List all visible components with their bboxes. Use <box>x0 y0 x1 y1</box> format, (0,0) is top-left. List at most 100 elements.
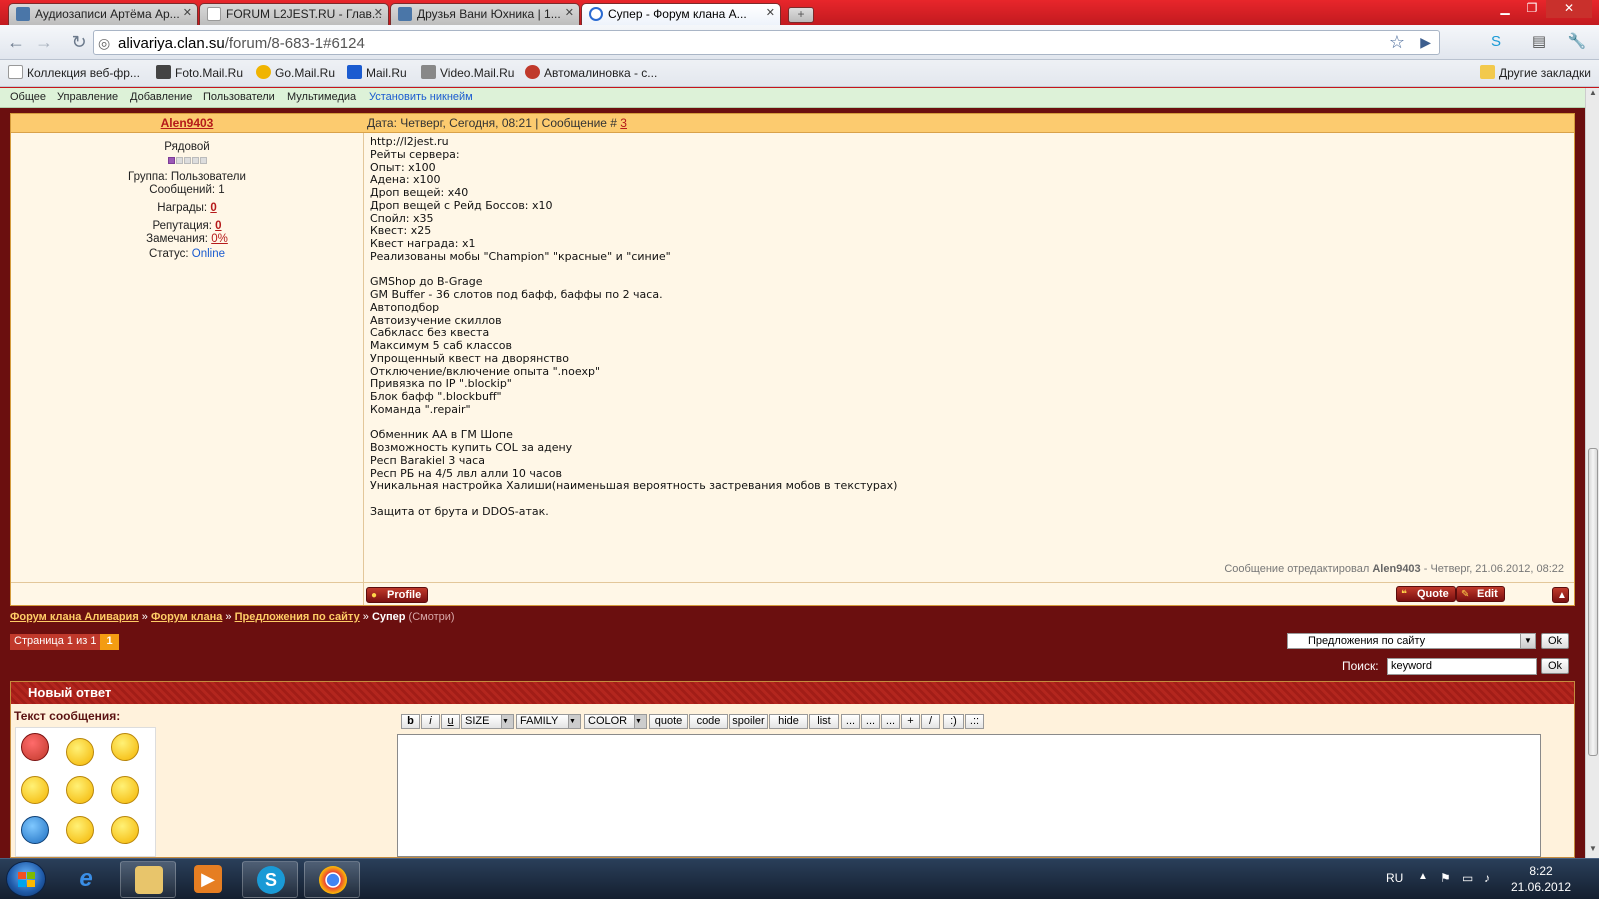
wrench-icon[interactable]: 🔧 <box>1566 31 1588 53</box>
admin-users[interactable]: Пользователи <box>203 91 275 103</box>
extra-tag-button-2[interactable]: ... <box>861 714 880 729</box>
edited-note: Сообщение отредактировал Alen9403 - Четв… <box>1224 563 1564 575</box>
taskbar-skype[interactable]: S <box>242 861 298 898</box>
start-button[interactable] <box>6 861 46 897</box>
admin-add[interactable]: Добавление <box>130 91 192 103</box>
breadcrumb-forum-clan-alivariya[interactable]: Форум клана Аливария <box>10 611 139 623</box>
grin-smiley-icon[interactable] <box>66 816 94 844</box>
address-bar[interactable]: ◎ alivariya.clan.su/forum/8-683-1#6124 ☆… <box>93 30 1440 55</box>
slash-button[interactable]: / <box>921 714 940 729</box>
smiley-button[interactable]: :) <box>943 714 964 729</box>
message-textarea[interactable] <box>397 734 1541 857</box>
show-hidden-icons-icon[interactable]: ▲ <box>1418 871 1428 882</box>
search-ok-button[interactable]: Ok <box>1541 658 1569 674</box>
taskbar-chrome[interactable] <box>304 861 360 898</box>
page-scrollbar[interactable]: ▲ ▼ <box>1585 88 1599 858</box>
close-icon[interactable]: ✕ <box>183 6 192 19</box>
extra-tag-button-3[interactable]: ... <box>881 714 900 729</box>
scrollbar-thumb[interactable] <box>1588 448 1598 756</box>
star-icon[interactable]: ☆ <box>1389 32 1405 53</box>
maximize-button[interactable]: ❐ <box>1519 0 1545 18</box>
search-input[interactable]: keyword <box>1387 658 1537 675</box>
more-button[interactable]: .:: <box>965 714 984 729</box>
post-number-link[interactable]: 3 <box>620 116 627 130</box>
post-author[interactable]: Alen9403 <box>11 116 363 130</box>
back-arrow-icon[interactable]: ← <box>5 32 27 54</box>
list-tag-button[interactable]: list <box>809 714 839 729</box>
skype-icon[interactable]: S <box>1485 31 1507 53</box>
bold-button[interactable]: b <box>401 714 420 729</box>
reload-icon[interactable]: ↻ <box>68 32 90 54</box>
set-nickname-link[interactable]: Установить никнейм <box>369 91 473 103</box>
scroll-down-icon[interactable]: ▼ <box>1586 844 1599 858</box>
admin-manage[interactable]: Управление <box>57 91 118 103</box>
italic-button[interactable]: i <box>421 714 440 729</box>
camera-icon <box>156 65 171 79</box>
bookmark-video-mail[interactable]: Video.Mail.Ru <box>421 65 514 80</box>
bookmark-avtomalinovka[interactable]: Автомалиновка - с... <box>525 65 657 80</box>
volume-icon[interactable]: ♪ <box>1484 871 1490 885</box>
tab-forum-clan[interactable]: Супер - Форум клана А... ✕ <box>581 3 781 25</box>
taskbar-ie[interactable]: e <box>58 861 114 898</box>
quote-button[interactable]: ❝ Quote <box>1396 586 1456 602</box>
bookmark-web-fragments[interactable]: Коллекция веб-фр... <box>8 65 140 80</box>
crying-smiley-icon[interactable] <box>21 776 49 804</box>
system-clock[interactable]: 8:22 21.06.2012 <box>1505 863 1577 895</box>
close-icon[interactable]: ✕ <box>766 6 775 19</box>
bookmark-go-mail[interactable]: Go.Mail.Ru <box>256 65 335 80</box>
spoiler-tag-button[interactable]: spoiler <box>729 714 768 729</box>
close-icon[interactable]: ✕ <box>565 6 574 19</box>
surprised-smiley-icon[interactable] <box>66 776 94 804</box>
profile-button[interactable]: ● Profile <box>366 587 429 603</box>
warnings-link[interactable]: 0% <box>211 233 228 245</box>
glasses-smiley-icon[interactable] <box>111 733 139 761</box>
action-center-icon[interactable]: ⚑ <box>1440 871 1451 885</box>
size-label: SIZE <box>465 715 490 727</box>
breadcrumb-forum-clan[interactable]: Форум клана <box>151 611 222 623</box>
angry-smiley-icon[interactable] <box>21 733 49 761</box>
family-select[interactable]: FAMILY ▼ <box>516 714 581 729</box>
reputation-link[interactable]: 0 <box>215 220 221 232</box>
breadcrumb-suggestions[interactable]: Предложения по сайту <box>235 611 360 623</box>
close-icon[interactable]: ✕ <box>374 6 383 19</box>
sad-smiley-icon[interactable] <box>66 738 94 766</box>
tab-forum-l2jest[interactable]: FORUM L2JEST.RU - Глав... ✕ <box>199 3 389 25</box>
awards-link[interactable]: 0 <box>210 202 216 214</box>
new-tab-button[interactable]: + <box>788 7 814 23</box>
minimize-button[interactable]: ▁ <box>1492 0 1518 18</box>
scroll-top-button[interactable]: ▲ <box>1552 587 1569 603</box>
cold-smiley-icon[interactable] <box>21 816 49 844</box>
admin-multimedia[interactable]: Мультимедиа <box>287 91 356 103</box>
chevron-down-icon[interactable]: ▼ <box>1520 634 1535 648</box>
quote-tag-button[interactable]: quote <box>649 714 688 729</box>
color-select[interactable]: COLOR ▼ <box>584 714 647 729</box>
taskbar-media-player[interactable]: ▶ <box>180 861 236 898</box>
extra-tag-button-1[interactable]: ... <box>841 714 860 729</box>
plus-button[interactable]: + <box>901 714 920 729</box>
url-text[interactable]: alivariya.clan.su/forum/8-683-1#6124 <box>118 35 365 52</box>
page-number-1[interactable]: 1 <box>100 634 119 650</box>
admin-general[interactable]: Общее <box>10 91 46 103</box>
bookmark-mail[interactable]: Mail.Ru <box>347 65 407 80</box>
forum-jump-select[interactable]: Предложения по сайту ▼ <box>1287 633 1536 649</box>
laughing-smiley-icon[interactable] <box>111 776 139 804</box>
underline-button[interactable]: u <box>441 714 460 729</box>
page-menu-icon[interactable]: ▤ <box>1528 31 1550 53</box>
forum-jump-ok-button[interactable]: Ok <box>1541 633 1569 649</box>
hide-tag-button[interactable]: hide <box>769 714 808 729</box>
edit-button[interactable]: ✎ Edit <box>1456 586 1505 602</box>
network-icon[interactable]: ▭ <box>1462 871 1473 885</box>
tab-friends[interactable]: Друзья Вани Юхника | 1... ✕ <box>390 3 580 25</box>
code-tag-button[interactable]: code <box>689 714 728 729</box>
other-bookmarks[interactable]: Другие закладки <box>1480 65 1591 80</box>
close-window-button[interactable]: ✕ <box>1546 0 1592 18</box>
tab-audio[interactable]: Аудиозаписи Артёма Ар... ✕ <box>8 3 198 25</box>
play-icon[interactable]: ▶ <box>1420 34 1431 51</box>
bookmark-foto-mail[interactable]: Foto.Mail.Ru <box>156 65 243 80</box>
language-indicator[interactable]: RU <box>1386 871 1403 885</box>
scroll-up-icon[interactable]: ▲ <box>1586 88 1599 102</box>
taskbar-explorer[interactable] <box>120 861 176 898</box>
forward-arrow-icon[interactable]: → <box>33 32 55 54</box>
size-select[interactable]: SIZE ▼ <box>461 714 514 729</box>
shocked-smiley-icon[interactable] <box>111 816 139 844</box>
